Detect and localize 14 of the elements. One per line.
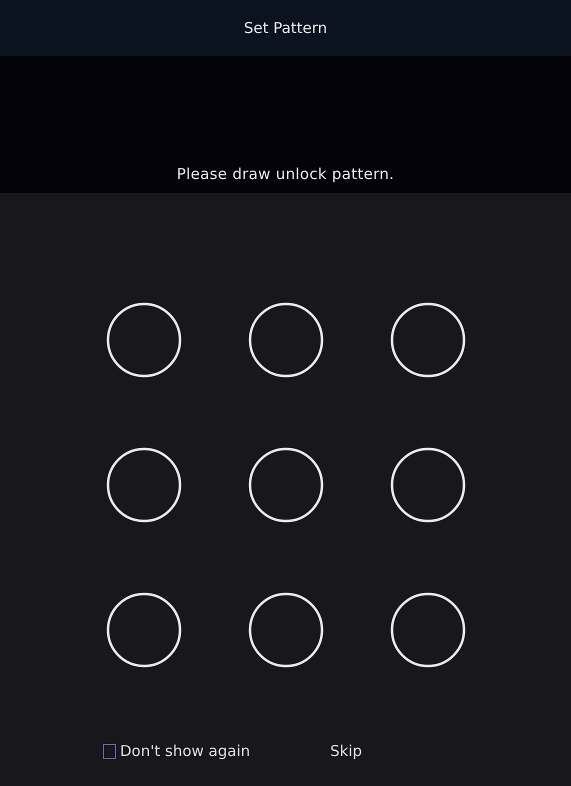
pattern-dot[interactable] <box>390 592 466 668</box>
prompt-text: Please draw unlock pattern. <box>176 165 394 183</box>
pattern-dot[interactable] <box>248 302 324 378</box>
pattern-dot[interactable] <box>390 447 466 523</box>
pattern-dot[interactable] <box>248 447 324 523</box>
dont-show-again-checkbox[interactable]: Don't show again <box>103 742 250 760</box>
window-title: Set Pattern <box>244 19 328 37</box>
pattern-dot[interactable] <box>248 592 324 668</box>
skip-button[interactable]: Skip <box>330 742 362 760</box>
pattern-dot[interactable] <box>390 302 466 378</box>
pattern-dot[interactable] <box>106 447 182 523</box>
pattern-dot[interactable] <box>106 302 182 378</box>
checkbox-icon[interactable] <box>103 744 116 758</box>
pattern-dot[interactable] <box>106 592 182 668</box>
